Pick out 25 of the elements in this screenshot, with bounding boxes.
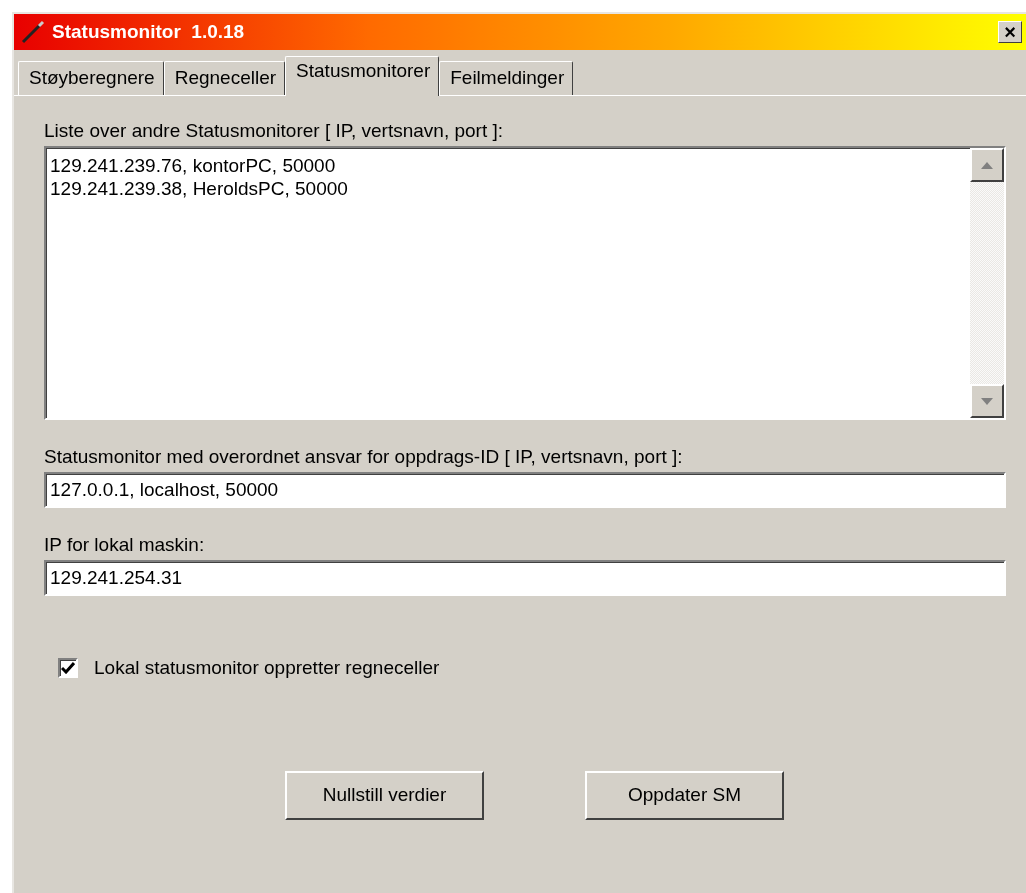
field-label: Statusmonitor med overordnet ansvar for oppdrags-ID [ IP, vertsnavn, port ]: (44, 446, 684, 468)
monitor-list[interactable]: 129.241.239.76, kontorPC, 50000 129.241.239.38, HeroldsPC, 50000 (44, 146, 1006, 420)
close-button[interactable]: × (998, 21, 1022, 43)
tab[interactable]: Regneceller (163, 61, 286, 95)
field-label: IP for lokal maskin: (44, 534, 206, 556)
checkmark-icon (61, 662, 75, 675)
window-title: Statusmonitor 1.0.18 (52, 19, 245, 44)
input-field[interactable]: 127.0.0.1, localhost, 50000 (44, 472, 1006, 508)
scrollbar[interactable] (970, 148, 1004, 418)
checkbox-label: Lokal statusmonitor oppretter regneceller (94, 656, 440, 680)
tab[interactable]: Statusmonitorer (285, 56, 440, 96)
button[interactable]: Oppdater SM (585, 770, 784, 820)
list-label: Liste over andre Statusmonitorer [ IP, vertsnavn, port ]: (44, 120, 505, 142)
list-line: 129.241.239.76, kontorPC, 50000 (50, 154, 337, 177)
button[interactable]: Nullstill verdier (285, 770, 484, 820)
list-line: 129.241.239.38, HeroldsPC, 50000 (50, 177, 349, 200)
scroll-down-button[interactable] (970, 384, 1004, 418)
tab[interactable]: Støyberegnere (18, 61, 164, 95)
up-arrow-icon (981, 161, 993, 169)
wand-icon (20, 19, 46, 45)
input-field[interactable]: 129.241.254.31 (44, 560, 1006, 596)
down-arrow-icon (981, 397, 993, 405)
tab[interactable]: Feilmeldinger (439, 61, 574, 95)
scroll-up-button[interactable] (970, 148, 1004, 182)
checkbox[interactable] (58, 658, 78, 679)
